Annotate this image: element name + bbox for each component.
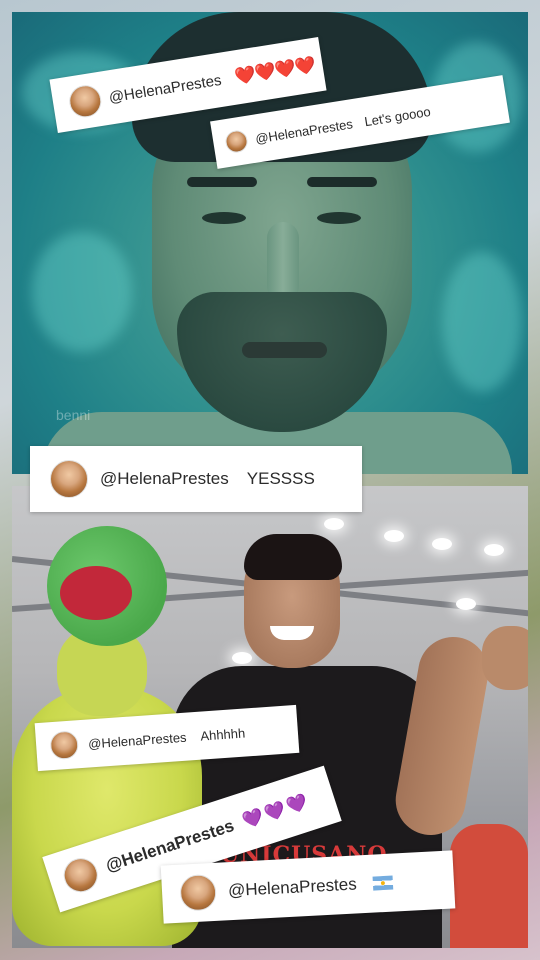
watermark: benni [56, 407, 91, 423]
comment-handle: @HelenaPrestes [87, 729, 187, 751]
avatar [59, 853, 103, 897]
comment-handle: @HelenaPrestes [254, 115, 354, 146]
ceiling-light [456, 598, 476, 610]
background-light [32, 232, 132, 352]
left-eye [202, 212, 246, 224]
left-eyebrow [187, 177, 257, 187]
heart-icons: ❤️❤️❤️❤️ [233, 55, 317, 87]
medic-person [450, 824, 528, 948]
avatar [50, 460, 88, 498]
ceiling-light [324, 518, 344, 530]
avatar [223, 128, 250, 155]
nose [267, 222, 299, 302]
avatar [66, 82, 104, 120]
player-fist [482, 626, 528, 690]
beard [177, 292, 387, 432]
dinosaur-plush-mouth [60, 566, 132, 620]
mouth [242, 342, 327, 358]
comment-handle: @HelenaPrestes [107, 71, 223, 106]
purple-heart-icons: 💜💜💜 [240, 791, 313, 831]
comment-text: YESSSS [246, 469, 315, 488]
right-eye [317, 212, 361, 224]
comment-sticker-yessss[interactable]: @HelenaPrestes YESSSS [30, 446, 362, 512]
player-arm [390, 631, 494, 841]
ceiling-light [384, 530, 404, 542]
right-eyebrow [307, 177, 377, 187]
ceiling-light [232, 652, 252, 664]
background-light [442, 252, 522, 392]
comment-text: Ahhhhh [199, 725, 246, 744]
comment-handle: @HelenaPrestes [227, 874, 358, 901]
avatar [179, 873, 218, 912]
argentina-flag-icon [372, 875, 394, 891]
avatar [49, 730, 80, 761]
player-hair [244, 534, 342, 580]
ceiling-light [432, 538, 452, 550]
ceiling-light [484, 544, 504, 556]
comment-handle: @HelenaPrestes [100, 469, 229, 488]
comment-text: Let's goooo [363, 103, 432, 129]
